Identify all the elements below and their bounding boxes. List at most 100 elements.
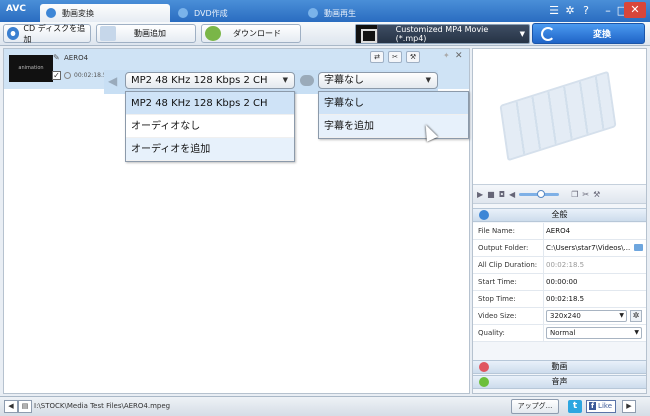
video-thumbnail[interactable]: animation: [9, 55, 53, 82]
tab-video-convert[interactable]: 動画変換: [40, 4, 170, 22]
twitter-icon[interactable]: t: [568, 400, 582, 413]
subtitle-option[interactable]: 字幕を追加: [319, 115, 468, 138]
prop-all-clip-duration: All Clip Duration: 00:02:18.5: [473, 257, 646, 274]
prop-value[interactable]: 00:00:00: [546, 278, 636, 286]
clock-icon: [64, 72, 71, 79]
tab-label: DVD作成: [194, 8, 228, 18]
prop-divider: [543, 257, 544, 274]
prop-label: All Clip Duration:: [478, 261, 538, 269]
subtitle-value: 字幕なし: [324, 75, 364, 86]
audio-track-select[interactable]: MP2 48 KHz 128 Kbps 2 CH ▼: [125, 72, 295, 89]
prop-divider: [543, 308, 544, 325]
file-name: AERO4: [64, 54, 89, 62]
audio-section-header[interactable]: 音声: [473, 375, 646, 389]
video-size-select[interactable]: 320x240 ▼: [546, 310, 627, 322]
chevron-down-icon: ▼: [619, 312, 624, 319]
add-video-button[interactable]: 動画追加: [96, 24, 196, 43]
dvd-tab-icon: [178, 8, 188, 18]
stop-icon[interactable]: ■: [487, 190, 495, 199]
prop-file-name: File Name: AERO4: [473, 223, 646, 240]
facebook-like-button[interactable]: f Like: [586, 400, 616, 413]
preview-area: [473, 49, 646, 185]
copy-icon[interactable]: ❐: [571, 190, 578, 199]
scissors-icon[interactable]: ✂: [582, 190, 589, 199]
audio-option[interactable]: オーディオを追加: [126, 138, 294, 161]
download-button[interactable]: ダウンロード: [201, 24, 301, 43]
refresh-icon[interactable]: ⇄: [370, 51, 384, 63]
prop-divider: [543, 291, 544, 308]
prop-label: Output Folder:: [478, 244, 529, 252]
subtitle-dropdown: 字幕なし 字幕を追加: [318, 91, 469, 139]
facebook-icon: f: [589, 402, 597, 410]
play-tab-icon: [308, 8, 318, 18]
prop-value[interactable]: AERO4: [546, 227, 636, 235]
audio-icon: [479, 377, 489, 387]
gear-icon[interactable]: ✲: [630, 310, 642, 322]
snapshot-icon[interactable]: ◘: [499, 190, 505, 199]
output-format-select[interactable]: Customized MP4 Movie (*.mp4) ▼: [355, 24, 530, 44]
minimize-icon[interactable]: –: [601, 4, 615, 18]
magic-wand-icon[interactable]: ⚒: [593, 190, 600, 199]
prop-video-size: Video Size: 320x240 ▼ ✲: [473, 308, 646, 325]
menu-icon[interactable]: ☰: [547, 4, 561, 18]
video-size-value: 320x240: [550, 312, 581, 320]
video-section-header[interactable]: 動画: [473, 360, 646, 374]
collapse-left-icon[interactable]: ◀: [4, 400, 18, 413]
tab-dvd-create[interactable]: DVD作成: [172, 4, 300, 22]
prop-value[interactable]: 00:02:18.5: [546, 295, 636, 303]
magic-wand-icon[interactable]: ⚒: [406, 51, 420, 63]
audio-header-label: 音声: [551, 377, 568, 386]
video-icon: [479, 362, 489, 372]
collapse-right-icon[interactable]: ▶: [622, 400, 636, 413]
file-duration: 00:02:18.5: [74, 72, 107, 79]
prop-divider: [543, 240, 544, 257]
chevron-down-icon: ▼: [519, 30, 525, 38]
toolbar: CD ディスクを追加 動画追加 ダウンロード Customized MP4 Mo…: [0, 22, 650, 46]
prop-divider: [543, 325, 544, 342]
status-bar: ◀ ▤ I:\STOCK\Media Test Files\AERO4.mpeg…: [0, 396, 650, 416]
tab-video-play[interactable]: 動画再生: [302, 4, 432, 22]
close-icon[interactable]: ✕: [624, 2, 646, 18]
file-checkbox[interactable]: ✓: [52, 71, 61, 80]
gear-icon[interactable]: ✲: [563, 4, 577, 18]
audio-option[interactable]: MP2 48 KHz 128 Kbps 2 CH: [126, 92, 294, 115]
add-video-icon: [100, 26, 116, 41]
prop-label: File Name:: [478, 227, 515, 235]
video-header-label: 動画: [551, 362, 568, 371]
prop-output-folder: Output Folder: C:\Users\star7\Videos\...: [473, 240, 646, 257]
help-icon[interactable]: ?: [579, 4, 593, 18]
volume-knob[interactable]: [537, 190, 546, 198]
download-icon: [205, 26, 221, 41]
refresh-icon: [541, 26, 555, 41]
film-strip-art: [499, 70, 617, 162]
add-cd-button[interactable]: CD ディスクを追加: [3, 23, 91, 44]
output-format-value: Customized MP4 Movie (*.mp4): [395, 25, 489, 43]
remove-icon[interactable]: ✕: [455, 51, 463, 61]
prop-label: Start Time:: [478, 278, 517, 286]
prop-label: Stop Time:: [478, 295, 516, 303]
convert-button[interactable]: 変換: [532, 23, 645, 44]
volume-slider[interactable]: [519, 190, 560, 198]
prop-divider: [543, 223, 544, 240]
subtitle-select[interactable]: 字幕なし ▼: [318, 72, 438, 89]
film-icon: [356, 25, 378, 43]
star-icon[interactable]: ✦: [443, 51, 450, 60]
volume-icon[interactable]: ◀: [509, 190, 515, 199]
chevron-down-icon: ▼: [282, 76, 288, 84]
player-controls: ▶ ■ ◘ ◀ ❐ ✂ ⚒: [473, 186, 646, 204]
general-section-header[interactable]: 全般: [473, 208, 646, 222]
scissors-icon[interactable]: ✂: [388, 51, 402, 63]
play-icon[interactable]: ▶: [477, 190, 483, 199]
subtitle-option[interactable]: 字幕なし: [319, 92, 468, 115]
upgrade-button[interactable]: アップグ...: [511, 399, 559, 414]
upgrade-label: アップグ...: [517, 402, 553, 410]
pencil-icon[interactable]: ✎: [53, 53, 60, 62]
folder-icon[interactable]: [634, 244, 643, 251]
add-cd-label: CD ディスクを追加: [23, 23, 86, 44]
quality-select[interactable]: Normal ▼: [546, 327, 642, 339]
subtitle-bubble-icon: [300, 75, 314, 86]
log-icon[interactable]: ▤: [18, 400, 32, 413]
prop-value[interactable]: C:\Users\star7\Videos\...: [546, 244, 631, 252]
audio-option[interactable]: オーディオなし: [126, 115, 294, 138]
prop-divider: [543, 274, 544, 291]
